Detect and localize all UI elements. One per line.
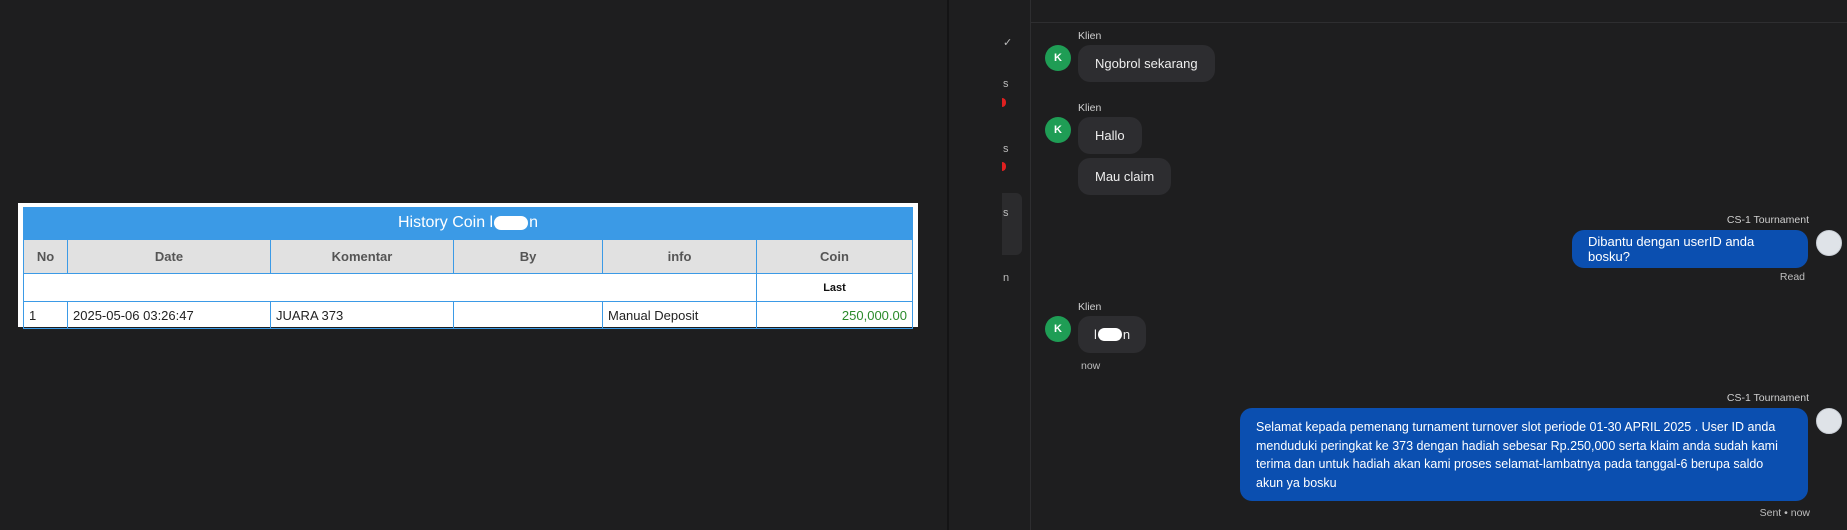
- window-divider: [947, 0, 949, 530]
- sender-label-agent: CS-1 Tournament: [1726, 392, 1809, 404]
- message-status: Read: [1779, 271, 1805, 283]
- client-avatar[interactable]: K: [1045, 45, 1071, 71]
- cell-komentar: JUARA 373: [270, 301, 454, 329]
- history-coin-panel: History Coin l n No Date Komentar By info…: [18, 203, 918, 329]
- edit-icon[interactable]: ✓: [1003, 36, 1012, 49]
- sidebar-fragment-3: s: [1003, 207, 1009, 219]
- col-header-coin[interactable]: Coin: [756, 239, 913, 274]
- active-conversation-card[interactable]: [1002, 193, 1022, 255]
- message-bubble-agent[interactable]: Selamat kepada pemenang turnament turnov…: [1240, 408, 1808, 501]
- message-text: Selamat kepada pemenang turnament turnov…: [1256, 420, 1778, 490]
- redacted-mask: [1097, 328, 1122, 341]
- message-status: Sent • now: [1759, 507, 1810, 519]
- sender-label-agent: CS-1 Tournament: [1726, 214, 1809, 226]
- history-table: No Date Komentar By info Coin Last 1 202…: [23, 239, 913, 329]
- col-header-by[interactable]: By: [453, 239, 603, 274]
- message-bubble-client[interactable]: ln: [1078, 316, 1147, 353]
- message-bubble-client[interactable]: Ngobrol sekarang: [1078, 45, 1215, 82]
- message-bubble-client[interactable]: Mau claim: [1078, 158, 1172, 195]
- col-header-date[interactable]: Date: [67, 239, 271, 274]
- cell-info: Manual Deposit: [602, 301, 757, 329]
- client-avatar[interactable]: K: [1045, 316, 1071, 342]
- table-subheader-row: Last: [23, 273, 913, 302]
- col-header-no[interactable]: No: [23, 239, 68, 274]
- client-avatar[interactable]: K: [1045, 117, 1071, 143]
- history-table-title: History Coin l n: [23, 207, 913, 239]
- history-title-prefix: History Coin l: [397, 214, 494, 231]
- unread-dot-icon: [1002, 98, 1006, 107]
- sidebar-fragment-2: s: [1003, 143, 1009, 155]
- sender-label-client: Klien: [1078, 30, 1102, 42]
- cell-by: [453, 301, 603, 329]
- message-text: Mau claim: [1095, 169, 1155, 184]
- message-text: Hallo: [1095, 128, 1125, 143]
- message-text-suffix: n: [1122, 327, 1131, 342]
- col-header-komentar[interactable]: Komentar: [270, 239, 454, 274]
- cell-date: 2025-05-06 03:26:47: [67, 301, 271, 329]
- sidebar-fragment-4: n: [1003, 272, 1010, 284]
- conversation-list-strip[interactable]: ✓ s s s n: [1002, 0, 1031, 530]
- chat-top-border: [1002, 22, 1847, 23]
- redacted-mask: [494, 216, 529, 230]
- sender-label-client: Klien: [1078, 301, 1102, 313]
- col-header-info[interactable]: info: [602, 239, 757, 274]
- subheader-last: Last: [756, 273, 913, 302]
- message-text: Ngobrol sekarang: [1095, 56, 1198, 71]
- sender-label-client: Klien: [1078, 102, 1102, 114]
- table-header-row: No Date Komentar By info Coin: [23, 239, 913, 274]
- history-title-suffix: n: [529, 214, 539, 231]
- sidebar-fragment-1: s: [1003, 78, 1009, 90]
- message-bubble-client[interactable]: Hallo: [1078, 117, 1142, 154]
- agent-avatar[interactable]: [1816, 230, 1842, 256]
- cell-no: 1: [23, 301, 68, 329]
- message-bubble-agent[interactable]: Dibantu dengan userID anda bosku?: [1572, 230, 1808, 268]
- subheader-blank: [23, 273, 757, 302]
- table-row[interactable]: 1 2025-05-06 03:26:47 JUARA 373 Manual D…: [23, 301, 913, 329]
- unread-dot-icon: [1002, 162, 1006, 171]
- message-text-prefix: l: [1094, 327, 1097, 342]
- message-time: now: [1081, 360, 1101, 372]
- cell-coin: 250,000.00: [756, 301, 913, 329]
- message-text: Dibantu dengan userID anda bosku?: [1588, 234, 1755, 264]
- agent-avatar[interactable]: [1816, 408, 1842, 434]
